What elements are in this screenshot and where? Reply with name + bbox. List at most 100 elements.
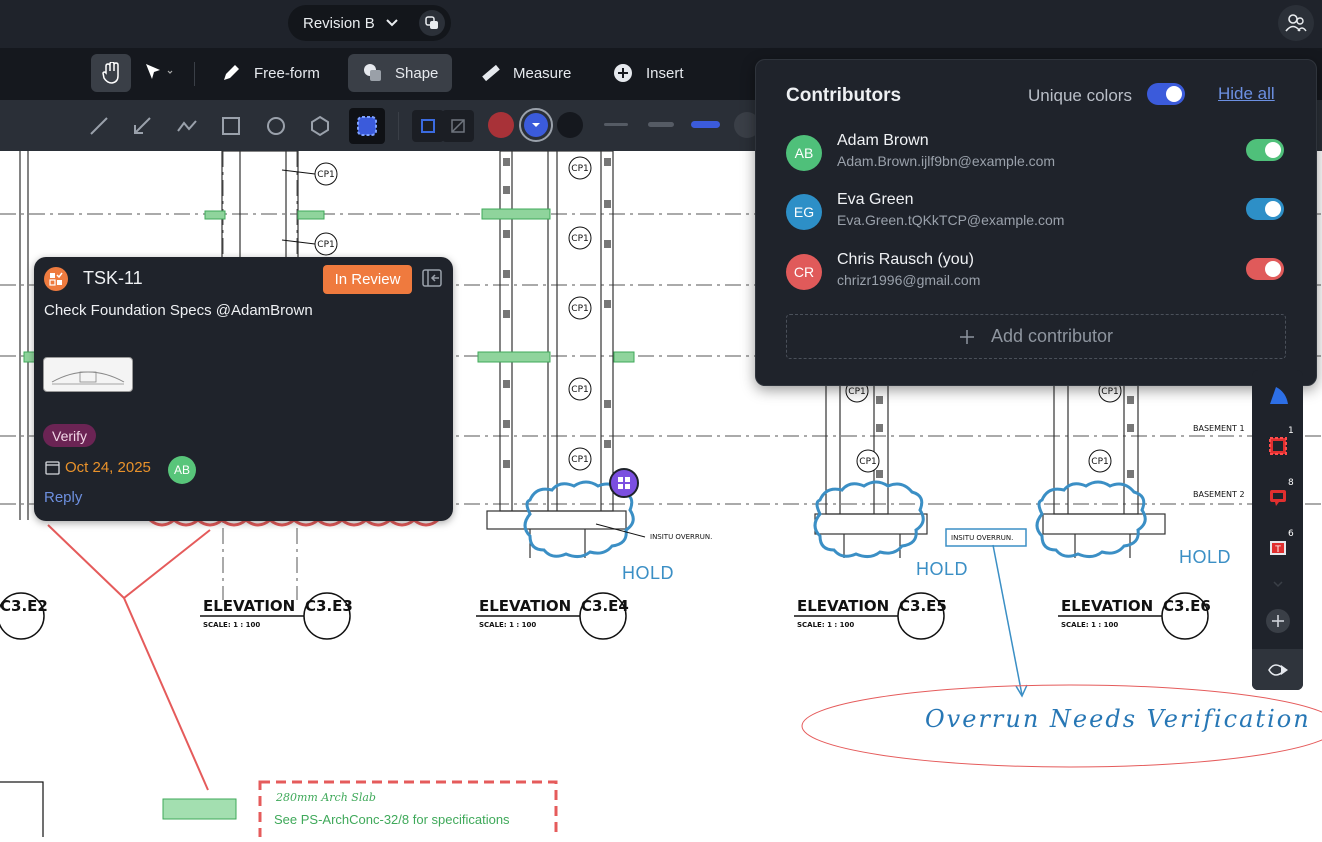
elevation-ref-partial: C3.E2 [0, 597, 48, 615]
pile-label: CP1 [1091, 457, 1108, 467]
polygon-shape-icon[interactable] [304, 110, 336, 142]
measure-tool-button[interactable]: Measure [470, 54, 585, 92]
chevron-down-icon [385, 15, 399, 32]
shape-tool-button[interactable]: Shape [348, 54, 452, 92]
pile-label: CP1 [571, 164, 588, 174]
cloud-markup-icon[interactable] [1264, 432, 1292, 460]
outline-style-icon[interactable] [412, 110, 444, 142]
slab-note-text: See PS-ArchConc-32/8 for specifications [274, 812, 510, 827]
visibility-toggle[interactable] [1246, 139, 1284, 161]
avatar: CR [786, 254, 822, 290]
contributor-email: Eva.Green.tQKkTCP@example.com [837, 212, 1065, 228]
add-markup-icon[interactable] [1264, 607, 1292, 635]
contributor-name: Chris Rausch (you) [837, 251, 974, 268]
add-contributor-label: Add contributor [990, 326, 1114, 346]
line-shape-icon[interactable] [83, 110, 115, 142]
revision-label: Revision B [303, 14, 375, 32]
collapse-rail-button[interactable] [1252, 649, 1303, 690]
stroke-medium[interactable] [648, 122, 674, 127]
elevation-scale: SCALE: 1 : 100 [797, 621, 855, 629]
reply-link[interactable]: Reply [44, 489, 82, 506]
pile-label: CP1 [571, 304, 588, 314]
elevation-scale: SCALE: 1 : 100 [1061, 621, 1119, 629]
count-badge: 8 [1288, 478, 1294, 488]
color-swatch-red[interactable] [488, 112, 514, 138]
compare-revisions-icon[interactable] [419, 10, 445, 36]
avatar: EG [786, 194, 822, 230]
select-tool-button[interactable] [138, 54, 182, 92]
elevation-label: ELEVATION [1061, 597, 1154, 615]
polyline-shape-icon[interactable] [171, 110, 203, 142]
unique-colors-label: Unique colors [1028, 86, 1132, 105]
calendar-icon [45, 460, 60, 480]
sector-shape-icon[interactable] [1264, 382, 1292, 410]
pile-label: CP1 [848, 387, 865, 397]
assignee-avatar[interactable]: AB [168, 456, 196, 484]
count-badge: 6 [1288, 529, 1294, 539]
pile-label: CP1 [317, 240, 334, 250]
cursor-icon [146, 64, 173, 79]
contributor-email: Adam.Brown.ijlf9bn@example.com [837, 153, 1056, 169]
task-id: TSK-11 [83, 268, 143, 288]
elevation-label: ELEVATION [797, 597, 890, 615]
pan-tool-button[interactable] [91, 54, 131, 92]
task-type-icon [44, 267, 68, 291]
visibility-toggle[interactable] [1246, 198, 1284, 220]
freeform-tool-button[interactable]: Free-form [210, 54, 330, 92]
fill-style-icon[interactable] [442, 110, 474, 142]
basement-label: BASEMENT 2 [1193, 490, 1245, 499]
detach-icon[interactable] [422, 269, 442, 292]
shape-icon [364, 64, 381, 81]
ellipse-shape-icon[interactable] [260, 110, 292, 142]
color-swatch-blue[interactable] [519, 108, 553, 142]
hold-label: HOLD [622, 563, 675, 583]
hide-all-link[interactable]: Hide all [1218, 84, 1275, 104]
hold-label: HOLD [1179, 547, 1232, 567]
status-badge[interactable]: In Review [323, 265, 412, 294]
add-contributor-button[interactable]: Add contributor [786, 314, 1286, 359]
elevation-ref: C3.E6 [1163, 597, 1211, 615]
plus-circle-icon [614, 64, 632, 82]
attachment-thumbnail[interactable] [43, 357, 133, 392]
stroke-thick[interactable] [691, 121, 720, 128]
panel-title: Contributors [786, 85, 902, 106]
unique-colors-toggle[interactable] [1147, 83, 1185, 105]
shape-label: Shape [395, 64, 439, 82]
hand-icon [102, 62, 119, 84]
people-icon[interactable] [1278, 5, 1314, 41]
pen-icon [224, 65, 239, 80]
handwritten-note[interactable]: Overrun Needs Verification [925, 705, 1311, 733]
chevron-down-icon[interactable] [1264, 570, 1292, 598]
contributor-row: EG Eva Green Eva.Green.tQKkTCP@example.c… [786, 191, 1286, 237]
rectangle-shape-icon[interactable] [215, 110, 247, 142]
pile-label: CP1 [571, 385, 588, 395]
elevation-ref: C3.E5 [899, 597, 947, 615]
pile-label: CP1 [1101, 387, 1118, 397]
insert-tool-button[interactable]: Insert [603, 54, 703, 92]
stroke-thin[interactable] [604, 123, 628, 126]
color-swatch-black[interactable] [557, 112, 583, 138]
pile-label: CP1 [859, 457, 876, 467]
chevron-down-icon [524, 113, 548, 137]
task-title: Check Foundation Specs @AdamBrown [44, 302, 313, 319]
insitu-label: INSITU OVERRUN. [650, 533, 713, 541]
contributors-panel: Contributors Unique colors Hide all AB A… [755, 59, 1317, 386]
contributor-row: AB Adam Brown Adam.Brown.ijlf9bn@example… [786, 132, 1286, 178]
visibility-toggle[interactable] [1246, 258, 1284, 280]
basement-label: BASEMENT 1 [1193, 424, 1245, 433]
revision-selector[interactable]: Revision B [288, 5, 451, 41]
markup-side-rail: 1 8 T 6 [1252, 370, 1303, 690]
task-card[interactable]: TSK-11 In Review Check Foundation Specs … [34, 257, 453, 521]
arrow-shape-icon[interactable] [126, 110, 158, 142]
insert-label: Insert [646, 64, 684, 82]
ruler-icon [482, 64, 500, 82]
measure-label: Measure [513, 64, 572, 82]
freeform-label: Free-form [254, 64, 320, 82]
task-marker-icon[interactable] [609, 468, 639, 498]
elevation-ref: C3.E3 [305, 597, 353, 615]
tag-chip[interactable]: Verify [43, 424, 97, 447]
due-date[interactable]: Oct 24, 2025 [65, 459, 151, 476]
cloud-shape-icon[interactable] [349, 108, 385, 144]
pile-label: CP1 [317, 170, 334, 180]
pile-label: CP1 [571, 455, 588, 465]
